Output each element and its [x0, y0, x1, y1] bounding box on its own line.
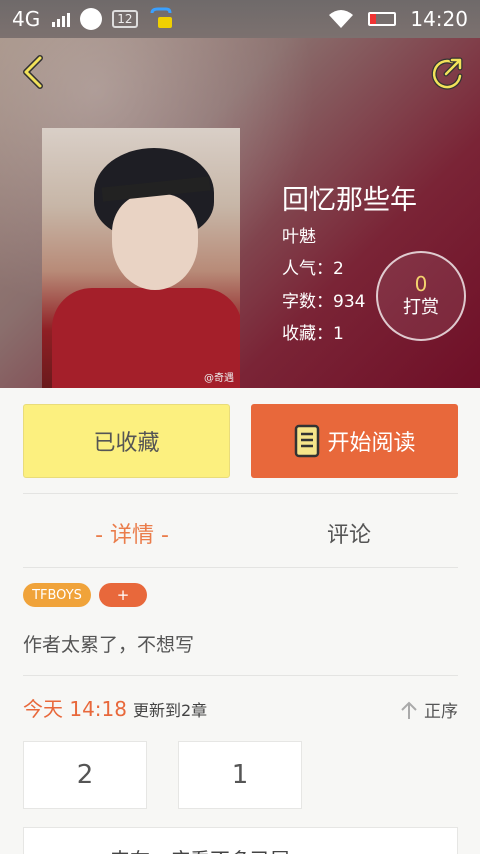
book-cover[interactable]: @奇遇	[42, 128, 240, 388]
sort-order-button[interactable]: 正序	[400, 697, 458, 722]
start-reading-label: 开始阅读	[327, 431, 416, 456]
book-icon	[295, 424, 320, 458]
status-bar: 4G 12 14:20	[0, 0, 480, 38]
clock: 14:20	[410, 7, 468, 31]
chapter-item[interactable]: 2	[23, 741, 147, 809]
favorited-button[interactable]: 已收藏	[23, 404, 230, 478]
notification-badge: 12	[112, 10, 138, 28]
favorited-label: 已收藏	[93, 431, 160, 456]
update-time: 今天 14:18	[23, 697, 127, 721]
sort-order-label: 正序	[424, 702, 458, 722]
recommend-text: 来在…庙看不多已尾	[110, 844, 290, 854]
chevron-left-icon	[23, 55, 43, 89]
update-info: 今天 14:18 更新到2章	[23, 693, 207, 722]
add-tag-button[interactable]: +	[99, 583, 147, 607]
share-button[interactable]	[428, 54, 468, 94]
back-button[interactable]	[14, 52, 54, 92]
favorites-stat: 收藏：1	[282, 324, 344, 344]
book-author[interactable]: 叶魅	[282, 222, 316, 247]
divider	[23, 493, 458, 494]
reward-count: 0	[414, 272, 428, 296]
tab-comments[interactable]: 评论	[240, 500, 458, 566]
word-count-stat: 字数：934	[282, 292, 366, 312]
tab-detail[interactable]: - 详情 -	[23, 500, 241, 566]
reward-label: 打赏	[403, 297, 439, 318]
arrow-up-icon	[401, 701, 417, 719]
reward-button[interactable]: 0 打赏	[376, 251, 466, 341]
tag-tfboys[interactable]: TFBOYS	[23, 583, 91, 607]
wifi-icon	[329, 10, 354, 28]
chapter-item[interactable]: 1	[178, 741, 302, 809]
music-app-icon	[80, 8, 103, 30]
start-reading-button[interactable]: 开始阅读	[251, 404, 458, 478]
cover-watermark: @奇遇	[204, 373, 234, 384]
book-header: @奇遇 回忆那些年 叶魅 人气：2 字数：934 收藏：1 0 打赏	[0, 38, 480, 388]
book-title: 回忆那些年	[282, 185, 417, 216]
recommend-card[interactable]: 来在…庙看不多已尾	[23, 827, 458, 854]
signal-icon	[52, 11, 71, 27]
battery-icon	[368, 12, 397, 26]
cover-face	[112, 194, 198, 290]
divider	[23, 567, 458, 568]
chat-icon	[150, 7, 172, 28]
book-description: 作者太累了，不想写	[23, 634, 195, 656]
popularity-stat: 人气：2	[282, 259, 344, 279]
share-icon	[431, 57, 463, 90]
network-type: 4G	[12, 7, 41, 31]
update-chapters: 更新到2章	[133, 701, 208, 720]
divider	[23, 675, 458, 676]
